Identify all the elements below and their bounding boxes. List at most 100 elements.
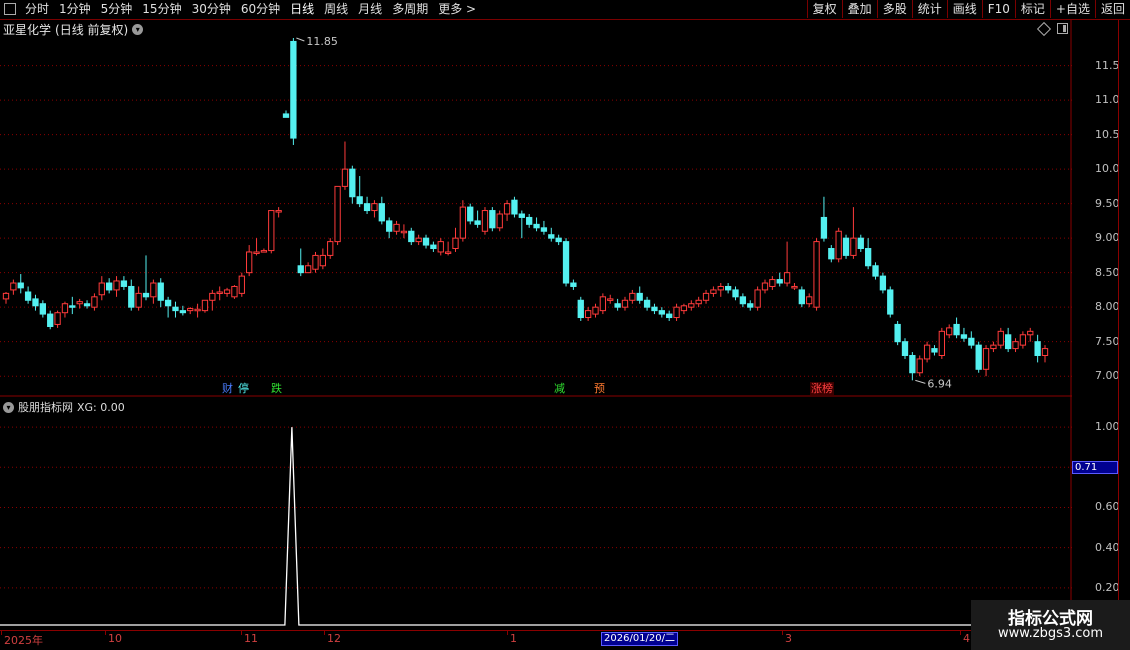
- candle-down: [570, 282, 577, 287]
- candle-down: [643, 299, 651, 308]
- candle-up: [275, 210, 282, 213]
- event-marker[interactable]: 减: [553, 382, 566, 395]
- candle-up: [10, 282, 17, 291]
- candle-up: [98, 282, 105, 296]
- candle-down: [540, 227, 548, 232]
- chevron-down-icon[interactable]: ▾: [3, 401, 14, 413]
- candle-up: [1041, 348, 1049, 356]
- candle-down: [872, 265, 879, 277]
- candle-up: [680, 305, 688, 312]
- candle-up: [717, 285, 724, 291]
- candle-up: [194, 308, 201, 312]
- candle-down: [408, 230, 415, 243]
- date-tick: [105, 631, 106, 635]
- candle-up: [246, 251, 253, 274]
- candle-up: [327, 241, 334, 256]
- candle-down: [386, 220, 393, 232]
- candle-down: [533, 223, 540, 229]
- date-axis-label: 3: [785, 632, 792, 645]
- candle-down: [172, 306, 179, 312]
- candle-up: [260, 250, 268, 253]
- candle-up: [135, 292, 142, 308]
- candle-down: [739, 296, 747, 305]
- candle-down: [1034, 341, 1041, 356]
- candle-down: [953, 323, 960, 336]
- price-axis-label: 8.00: [1095, 300, 1120, 314]
- candle-up: [54, 312, 61, 325]
- candle-down: [1005, 334, 1012, 350]
- candle-down: [69, 305, 76, 308]
- candle-up: [444, 251, 452, 254]
- indicator-axis-label: 0.40: [1095, 540, 1120, 554]
- candle-up: [187, 308, 194, 312]
- candle-up: [599, 296, 607, 312]
- event-marker[interactable]: 停: [237, 382, 250, 395]
- candle-down: [526, 216, 533, 225]
- candle-down: [349, 168, 356, 198]
- candle-down: [879, 275, 887, 291]
- candle-down: [518, 213, 525, 218]
- candle-down: [636, 292, 643, 301]
- candle-up: [238, 275, 245, 294]
- candle-down: [798, 289, 805, 305]
- candle-up: [621, 299, 629, 308]
- price-axis: 11.50 11.00 10.50 10.00 9.50 9.00 8.50 8.00 7.50…: [1071, 20, 1127, 396]
- candle-up: [393, 223, 400, 232]
- candle-up: [319, 254, 327, 267]
- candle-up: [990, 344, 997, 350]
- candle-up: [695, 299, 702, 305]
- candle-down: [724, 285, 732, 291]
- date-axis-label: 10: [108, 632, 122, 645]
- candle-up: [231, 285, 238, 298]
- high-pointer: [296, 37, 305, 42]
- candle-up: [334, 185, 341, 243]
- candle-up: [592, 306, 599, 315]
- candle-up: [113, 280, 120, 291]
- date-axis-label: 12: [327, 632, 341, 645]
- candle-up: [702, 292, 710, 301]
- candle-down: [430, 244, 437, 250]
- candle-down: [128, 285, 135, 308]
- candle-up: [584, 310, 592, 319]
- date-tick: [324, 631, 325, 635]
- candle-down: [901, 341, 909, 356]
- date-axis: 2025年 10 11 12 1 3 4 2026/01/20/二: [0, 630, 1072, 647]
- event-marker[interactable]: 预: [593, 382, 606, 395]
- candle-down: [83, 303, 91, 307]
- candlestick-chart[interactable]: 11.85 6.94: [0, 0, 1072, 630]
- candle-up: [783, 272, 791, 284]
- event-marker[interactable]: 涨榜: [810, 382, 834, 395]
- candle-down: [842, 237, 850, 256]
- indicator-name: 股朋指标网: [18, 401, 73, 414]
- candle-down: [820, 216, 828, 239]
- candle-up: [813, 241, 820, 308]
- candle-up: [2, 292, 10, 300]
- candle-down: [968, 337, 975, 346]
- indicator-axis: 1.000.800.600.400.20: [1071, 398, 1120, 628]
- candle-down: [106, 282, 113, 291]
- candle-up: [400, 230, 408, 234]
- candle-up: [216, 291, 223, 294]
- event-marker[interactable]: 跌: [270, 382, 283, 395]
- event-marker[interactable]: 财: [221, 382, 234, 395]
- candle-up: [268, 210, 275, 252]
- candle-up: [946, 327, 953, 336]
- candle-down: [39, 303, 46, 315]
- candle-down: [32, 298, 39, 307]
- candle-up: [982, 348, 990, 370]
- candle-up: [61, 303, 69, 314]
- candle-down: [864, 248, 872, 267]
- side-panel-strip[interactable]: [1118, 20, 1130, 630]
- candle-down: [164, 299, 172, 307]
- candle-up: [253, 251, 260, 254]
- candle-up: [835, 230, 842, 260]
- candle-down: [666, 313, 673, 319]
- toolbar-button-8[interactable]: 返回: [1094, 0, 1130, 18]
- candle-down: [732, 289, 739, 298]
- candle-up: [481, 210, 489, 232]
- candle-down: [747, 303, 754, 308]
- date-tick: [960, 631, 961, 635]
- date-tick: [507, 631, 508, 635]
- candle-down: [909, 354, 916, 374]
- candle-down: [776, 279, 783, 284]
